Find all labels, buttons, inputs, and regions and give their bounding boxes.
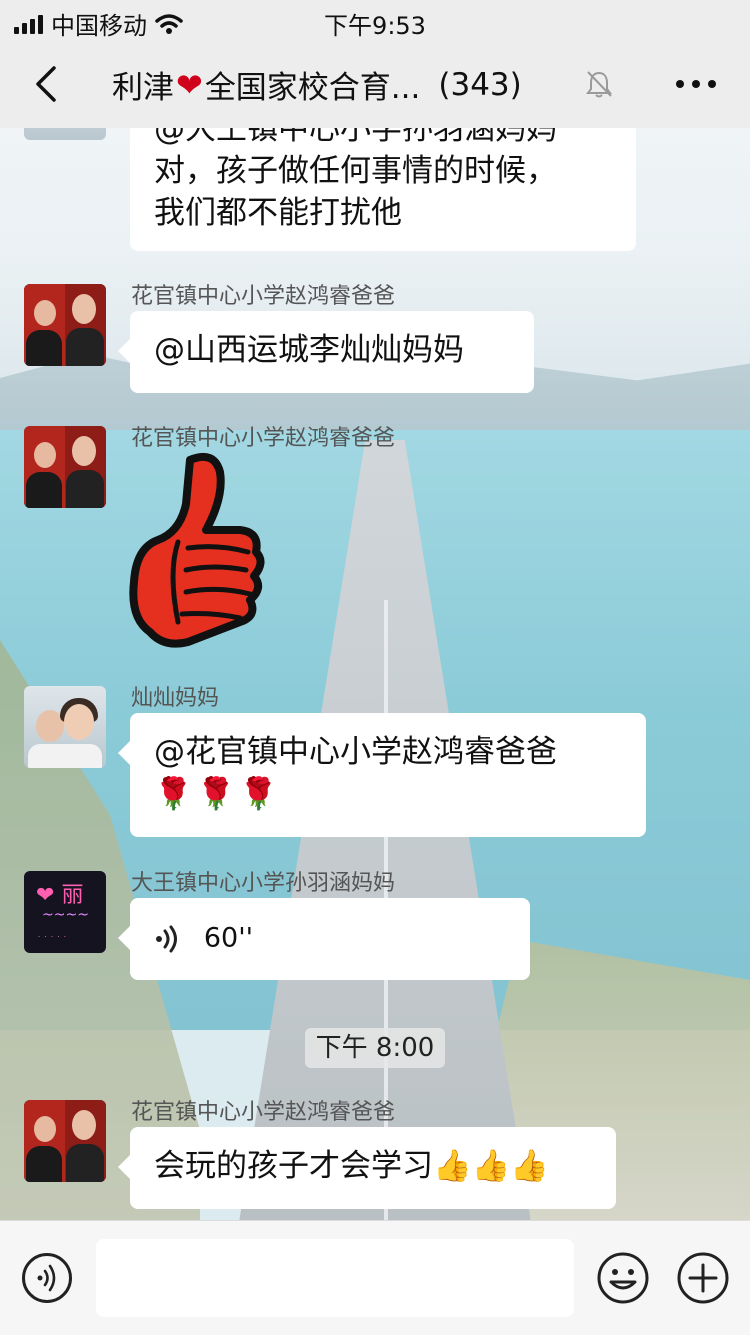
chat-title-prefix: 利津 [112,70,174,106]
message-item: ❤ 丽 ~~~~ · · · · · 大王镇中心小学孙羽涵妈妈 60'' [0,865,750,980]
message-line: 对，孩子做任何事情的时候， [154,153,557,189]
sender-name: 灿灿妈妈 [131,686,220,711]
emoji-icon[interactable] [596,1251,650,1305]
sender-name: 花官镇中心小学赵鸿睿爸爸 [131,426,396,451]
chat-title[interactable]: 利津 ❤ 全国家校合育... (343) [112,62,522,107]
sender-name: 花官镇中心小学赵鸿睿爸爸 [131,284,396,309]
message-input[interactable] [96,1239,574,1317]
avatar-text: ❤ 丽 [36,883,84,908]
message-item: 花官镇中心小学赵鸿睿爸爸 [0,420,750,648]
message-line: @大王镇中心小学孙羽涵妈妈 [154,128,557,147]
time-divider: 下午 8:00 [305,1028,445,1068]
message-item: 花官镇中心小学赵鸿睿爸爸 会玩的孩子才会学习👍👍👍 [0,1094,750,1209]
sender-name: 花官镇中心小学赵鸿睿爸爸 [131,1100,396,1125]
message-bubble[interactable]: @大王镇中心小学孙羽涵妈妈 对，孩子做任何事情的时候， 我们都不能打扰他 [130,128,636,251]
message-text: 会玩的孩子才会学习👍👍👍 [154,1148,549,1184]
back-icon[interactable] [28,62,68,106]
rose-emoji-line: 🌹🌹🌹 [154,776,282,812]
voice-wave-icon [156,925,177,952]
avatar[interactable]: ❤ 丽 ~~~~ · · · · · [24,871,106,953]
mute-bell-icon [586,71,612,98]
message-item: 花官镇中心小学赵鸿睿爸爸 @山西运城李灿灿妈妈 [0,278,750,393]
avatar[interactable] [24,686,106,768]
message-bubble[interactable]: @山西运城李灿灿妈妈 [118,311,534,393]
message-item: @大王镇中心小学孙羽涵妈妈 对，孩子做任何事情的时候， 我们都不能打扰他 [0,128,750,251]
chat-message-list[interactable]: @大王镇中心小学孙羽涵妈妈 对，孩子做任何事情的时候， 我们都不能打扰他 花官镇… [0,128,750,1220]
input-bar [0,1220,750,1335]
chat-title-suffix: 全国家校合育... [204,70,421,106]
voice-duration: 60'' [203,922,254,954]
status-bar: 中国移动 下午9:53 [0,0,750,40]
message-text: @山西运城李灿灿妈妈 [154,332,464,368]
message-line: 我们都不能打扰他 [154,195,402,231]
status-time: 下午9:53 [324,12,426,40]
plus-icon[interactable] [676,1251,730,1305]
avatar[interactable] [24,128,106,140]
avatar-decor-script: ~~~~ [42,907,89,923]
message-bubble[interactable]: 会玩的孩子才会学习👍👍👍 [118,1127,616,1209]
member-count: (343) [438,66,522,103]
voice-wave-icon [37,1264,56,1292]
avatar-decor-dots: · · · · · [38,933,68,941]
avatar[interactable] [24,1100,106,1182]
sender-name: 大王镇中心小学孙羽涵妈妈 [131,871,396,896]
avatar[interactable] [24,284,106,366]
heart-icon: ❤ [176,65,203,104]
avatar[interactable] [24,426,106,508]
voice-input-button[interactable] [22,1253,72,1303]
thumbs-up-sticker[interactable] [128,452,268,652]
voice-message-bubble[interactable]: 60'' [118,898,530,980]
message-bubble[interactable]: @花官镇中心小学赵鸿睿爸爸 🌹🌹🌹 [118,713,646,837]
message-text: @花官镇中心小学赵鸿睿爸爸 [154,734,557,770]
chat-header: 利津 ❤ 全国家校合育... (343) [0,40,750,128]
message-item: 灿灿妈妈 @花官镇中心小学赵鸿睿爸爸 🌹🌹🌹 [0,680,750,837]
more-options-icon[interactable] [676,80,716,88]
